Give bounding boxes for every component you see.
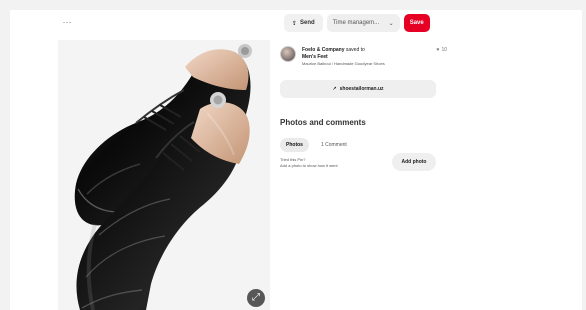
- heart-icon: ♥: [436, 47, 440, 53]
- avatar[interactable]: [280, 46, 296, 62]
- photo-prompt-text: Add a photo to show how it went: [280, 163, 338, 168]
- more-options-icon[interactable]: ···: [60, 17, 74, 26]
- pin-image[interactable]: [58, 40, 270, 310]
- tab-photos[interactable]: Photos: [280, 138, 309, 152]
- source-link-label: shoestailorman.uz: [339, 86, 384, 92]
- add-photo-button[interactable]: Add photo: [392, 153, 436, 171]
- share-icon: ⇪: [292, 20, 298, 27]
- pin-page: ··· ⤢ ⇪ Send Time managem... ⌄ Save Foel…: [0, 0, 586, 310]
- link-icon: ↗: [332, 86, 337, 92]
- pin-saver-info: Foelo & Company saved to Men's Feet Maur…: [280, 46, 450, 72]
- pin-description: Maurice Balboui / Handmade Goodyear Shoe…: [302, 61, 385, 66]
- chevron-down-icon: ⌄: [388, 20, 394, 27]
- tab-comments[interactable]: 1 Comment: [315, 138, 353, 152]
- reaction-count-value: 10: [441, 47, 447, 53]
- board-select[interactable]: Time managem... ⌄: [326, 14, 400, 32]
- send-button[interactable]: ⇪ Send: [284, 14, 323, 32]
- photo-prompt-title: Tried this Pin?: [280, 157, 306, 162]
- comment-tabs: Photos 1 Comment: [280, 138, 353, 152]
- source-link-button[interactable]: ↗ shoestailorman.uz: [280, 80, 436, 98]
- saver-line: Foelo & Company saved to: [302, 47, 365, 53]
- saved-to-label: saved to: [345, 47, 365, 53]
- board-select-label: Time managem...: [332, 20, 380, 26]
- pin-toolbar: ⇪ Send Time managem... ⌄ Save: [284, 14, 446, 32]
- reaction-count: ♥ 10: [436, 47, 447, 53]
- save-button[interactable]: Save: [403, 14, 430, 32]
- shoe-image-svg: [58, 40, 270, 310]
- pin-card: ··· ⤢ ⇪ Send Time managem... ⌄ Save Foel…: [10, 10, 582, 310]
- send-label: Send: [300, 20, 315, 26]
- expand-icon[interactable]: ⤢: [247, 289, 265, 307]
- photos-comments-title: Photos and comments: [280, 118, 366, 127]
- saver-name[interactable]: Foelo & Company: [302, 47, 345, 53]
- board-name[interactable]: Men's Feet: [302, 54, 328, 60]
